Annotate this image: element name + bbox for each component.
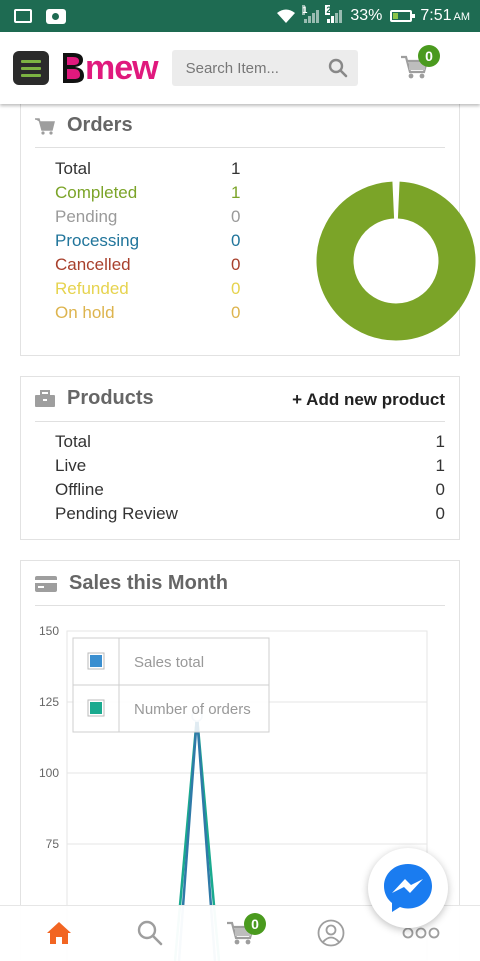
logo-text: mew — [85, 49, 159, 87]
orders-row-value: 1 — [231, 183, 241, 202]
nav-cart[interactable]: 0 — [226, 913, 266, 948]
orders-row-total[interactable]: Total 1 — [55, 159, 240, 179]
hamburger-line-icon — [21, 66, 41, 70]
orders-row-label: Cancelled — [55, 255, 131, 274]
y-tick-label: 75 — [46, 837, 60, 851]
orders-row-value: 0 — [231, 207, 241, 226]
orders-row-label: Total — [55, 159, 91, 178]
products-row-live[interactable]: Live 1 — [55, 456, 445, 476]
orders-row-label: Completed — [55, 183, 138, 202]
add-new-product-link[interactable]: + Add new product — [292, 390, 445, 410]
orders-row-label: Pending — [55, 207, 118, 226]
clock-ampm: AM — [453, 11, 471, 23]
orders-card: Orders Total 1 Completed 1 Pending 0 Processin… — [20, 104, 476, 356]
search-icon[interactable] — [135, 918, 165, 948]
battery-icon — [390, 10, 416, 22]
y-tick-label: 150 — [39, 624, 59, 638]
orders-row-value: 0 — [231, 279, 241, 298]
menu-button[interactable] — [13, 51, 49, 85]
products-row-value: 0 — [435, 504, 445, 523]
products-row-value: 0 — [435, 480, 445, 499]
divider — [35, 421, 445, 422]
orders-title: Orders — [67, 114, 133, 136]
legend-swatch-number-of-orders — [90, 702, 102, 714]
orders-row-cancelled[interactable]: Cancelled 0 — [55, 255, 240, 275]
briefcase-icon — [35, 389, 55, 407]
legend-label: Number of orders — [134, 701, 251, 718]
y-tick-label: 125 — [39, 695, 59, 709]
hamburger-line-icon — [21, 73, 41, 77]
products-row-pending-review[interactable]: Pending Review 0 — [55, 504, 445, 524]
legend-swatch-sales-total — [90, 655, 102, 667]
camera-icon — [46, 8, 66, 24]
messenger-icon — [384, 864, 432, 912]
orders-row-label: On hold — [55, 303, 115, 322]
nav-cart-count-badge: 0 — [244, 913, 266, 935]
cart-icon — [35, 117, 55, 135]
app-header: mew 0 — [0, 32, 480, 104]
orders-row-processing[interactable]: Processing 0 — [55, 231, 240, 251]
account-icon[interactable] — [316, 918, 346, 948]
messenger-chat-button[interactable] — [368, 848, 448, 928]
sim1-label: 1 — [302, 5, 308, 15]
logo-b-mark-icon — [63, 53, 84, 83]
divider — [35, 147, 445, 148]
status-bar: 1 2 33% 7:51 AM — [0, 0, 480, 32]
orders-row-pending[interactable]: Pending 0 — [55, 207, 240, 227]
products-card: Products + Add new product Total 1 Live 1 Of… — [20, 376, 460, 540]
products-row-value: 1 — [435, 456, 445, 475]
search-input[interactable] — [183, 58, 318, 78]
products-row-value: 1 — [435, 432, 445, 451]
products-header: Products — [35, 387, 154, 410]
search-box[interactable] — [171, 50, 358, 86]
cart-count-badge: 0 — [418, 45, 440, 67]
signal-sim1-icon: 1 — [302, 5, 320, 23]
orders-row-label: Processing — [55, 231, 140, 250]
orders-row-completed[interactable]: Completed 1 — [55, 183, 240, 203]
orders-donut-chart — [316, 181, 476, 341]
orders-row-on-hold[interactable]: On hold 0 — [55, 303, 240, 323]
donut-slice-completed[interactable] — [316, 181, 476, 341]
orders-row-value: 0 — [231, 231, 241, 250]
battery-percent: 33% — [350, 7, 383, 24]
home-icon[interactable] — [44, 918, 74, 948]
hamburger-line-icon — [21, 59, 41, 63]
orders-row-refunded[interactable]: Refunded 0 — [55, 279, 240, 299]
products-title: Products — [67, 387, 154, 409]
products-row-label: Offline — [55, 480, 104, 499]
clock: 7:51 AM — [420, 7, 470, 25]
orders-header: Orders — [35, 114, 133, 137]
products-row-label: Total — [55, 432, 91, 451]
products-row-total[interactable]: Total 1 — [55, 432, 445, 452]
site-logo[interactable]: mew — [61, 48, 159, 88]
signal-sim2-icon: 2 — [325, 5, 343, 23]
products-row-offline[interactable]: Offline 0 — [55, 480, 445, 500]
y-tick-label: 100 — [39, 766, 59, 780]
orders-row-value: 0 — [231, 255, 241, 274]
header-cart[interactable]: 0 — [400, 45, 444, 86]
orders-row-value: 1 — [231, 159, 241, 178]
products-row-label: Pending Review — [55, 504, 178, 523]
search-icon[interactable] — [328, 58, 348, 78]
legend-label: Sales total — [134, 654, 204, 671]
orders-row-label: Refunded — [55, 279, 129, 298]
products-row-label: Live — [55, 456, 87, 475]
orders-row-value: 0 — [231, 303, 241, 322]
wifi-icon — [277, 9, 296, 23]
clock-time: 7:51 — [420, 7, 452, 24]
gallery-icon — [14, 9, 32, 23]
battery-level — [393, 13, 399, 19]
sim2-label: 2 — [325, 5, 332, 15]
